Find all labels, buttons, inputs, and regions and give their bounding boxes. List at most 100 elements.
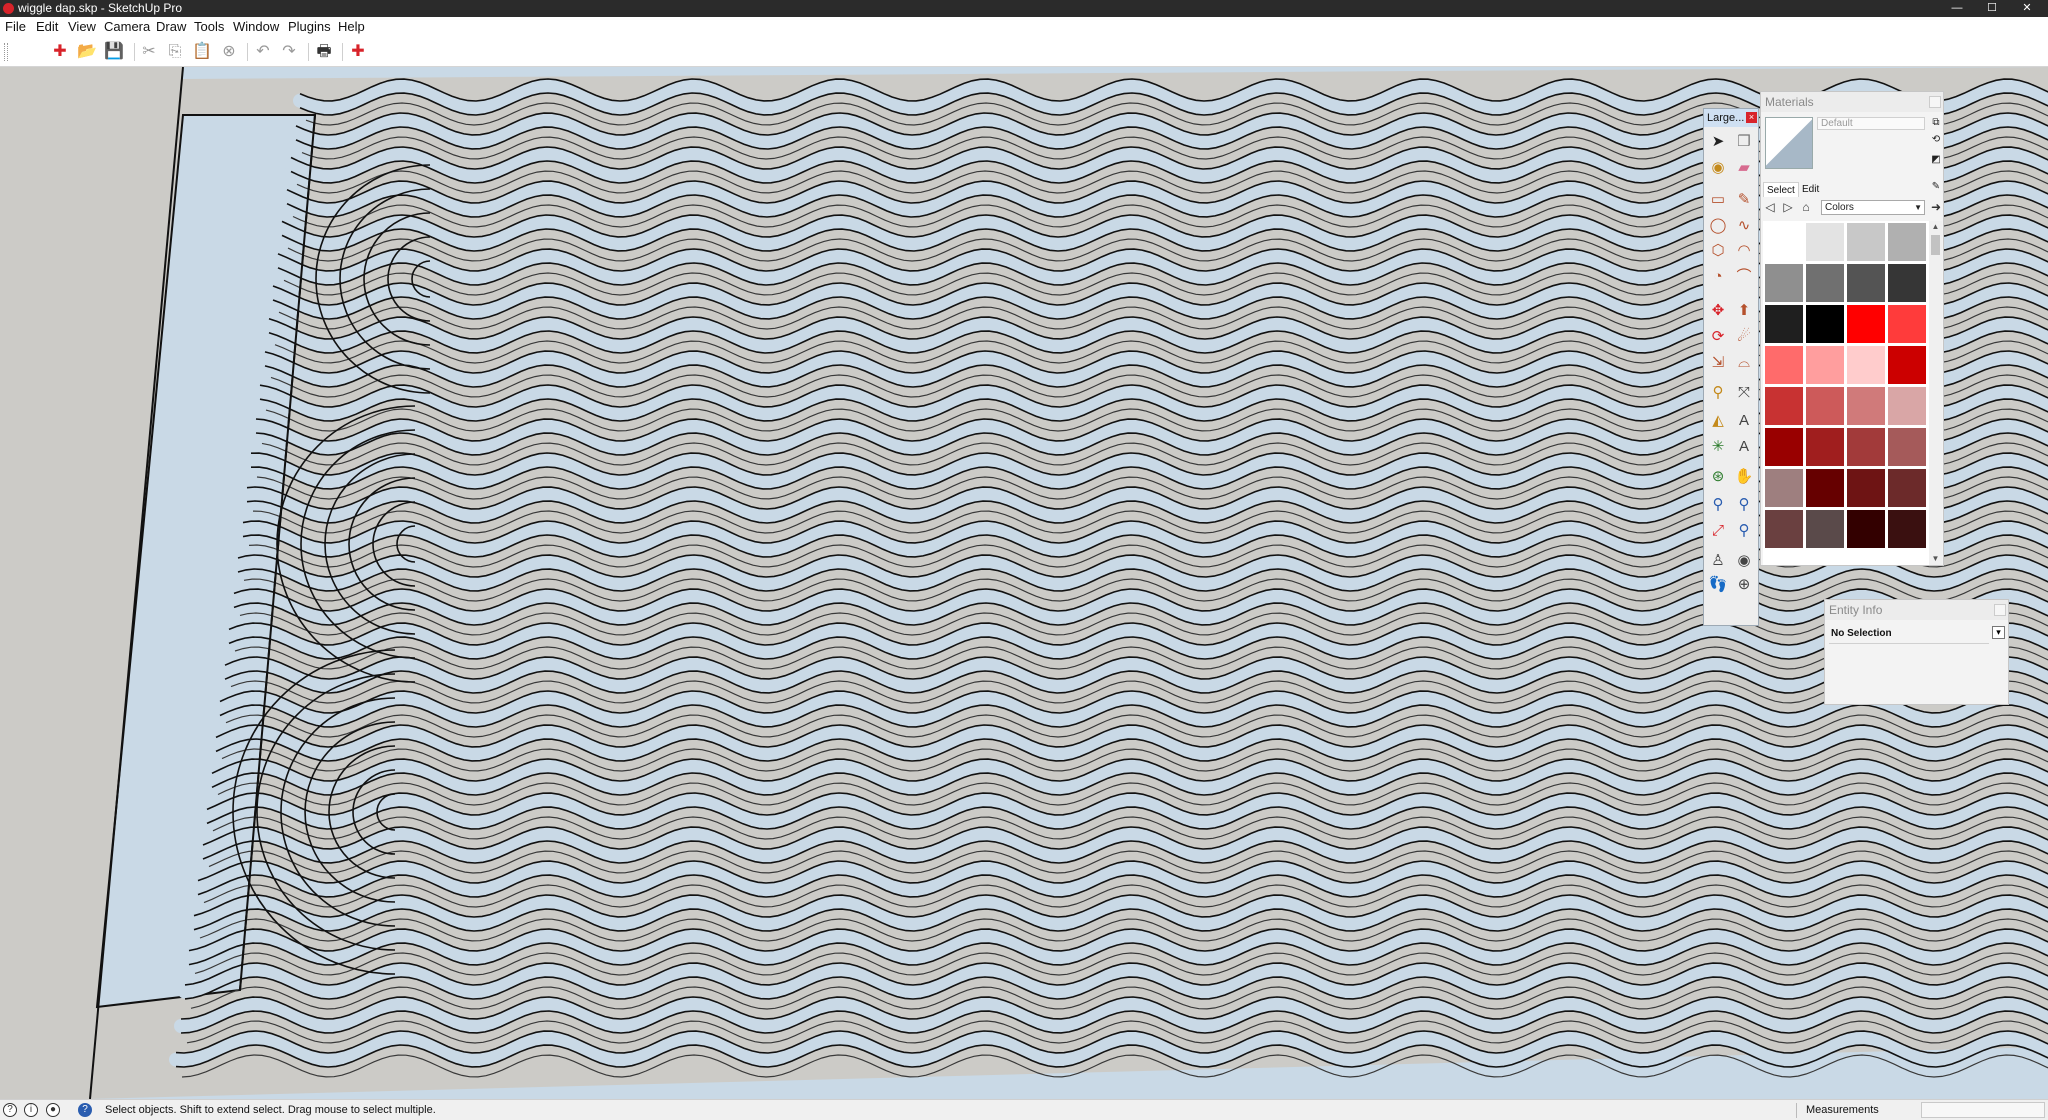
material-name-field[interactable]: Default: [1817, 117, 1925, 130]
offset-tool-icon[interactable]: ⌓: [1733, 352, 1755, 374]
color-swatch[interactable]: [1847, 510, 1885, 548]
section-plane-icon[interactable]: ⊕: [1733, 574, 1755, 596]
color-swatch[interactable]: [1765, 346, 1803, 384]
undo-icon[interactable]: ↶: [252, 41, 274, 63]
cut-icon[interactable]: ✂: [138, 41, 160, 63]
menu-plugins[interactable]: Plugins: [288, 17, 331, 37]
color-swatch[interactable]: [1888, 469, 1926, 507]
expand-icon[interactable]: ▾: [1992, 626, 2005, 639]
axes-tool-icon[interactable]: ✳: [1707, 436, 1729, 458]
swatch-scrollbar[interactable]: ▲ ▼: [1929, 221, 1942, 565]
make-component-icon[interactable]: ❒: [1733, 131, 1755, 153]
two-point-arc-icon[interactable]: ⌒: [1733, 266, 1755, 288]
menu-camera[interactable]: Camera: [104, 17, 150, 37]
model-info-icon[interactable]: ✚: [347, 41, 369, 63]
credits-icon[interactable]: i: [24, 1103, 38, 1117]
geo-location-icon[interactable]: ?: [3, 1103, 17, 1117]
tape-measure-icon[interactable]: ⚲: [1707, 382, 1729, 404]
user-account-icon[interactable]: ●: [46, 1103, 60, 1117]
create-material-icon[interactable]: ⟲: [1930, 134, 1942, 146]
home-icon[interactable]: ⌂: [1799, 200, 1813, 214]
color-swatch[interactable]: [1888, 305, 1926, 343]
redo-icon[interactable]: ↷: [278, 41, 300, 63]
color-swatch[interactable]: [1888, 223, 1926, 261]
scroll-up-icon[interactable]: ▲: [1929, 221, 1942, 233]
color-swatch[interactable]: [1765, 264, 1803, 302]
walk-tool-icon[interactable]: 👣: [1707, 574, 1729, 596]
color-swatch[interactable]: [1806, 387, 1844, 425]
help-icon[interactable]: ?: [78, 1103, 92, 1117]
tab-select[interactable]: Select: [1763, 182, 1799, 197]
large-tool-set-close-button[interactable]: ×: [1746, 112, 1757, 123]
text-tool-icon[interactable]: A: [1733, 410, 1755, 432]
new-model-icon[interactable]: ✚: [49, 41, 71, 63]
entity-info-title[interactable]: Entity Info: [1825, 600, 2008, 620]
entity-info-close-button[interactable]: [1994, 604, 2006, 616]
color-swatch[interactable]: [1806, 428, 1844, 466]
line-tool-icon[interactable]: ✎: [1733, 189, 1755, 211]
menu-window[interactable]: Window: [233, 17, 279, 37]
close-button[interactable]: ✕: [2008, 0, 2046, 17]
open-folder-icon[interactable]: 📂: [76, 41, 98, 63]
follow-me-tool-icon[interactable]: ☄: [1733, 326, 1755, 348]
eraser-icon[interactable]: ▰: [1733, 157, 1755, 179]
3d-text-tool-icon[interactable]: A: [1733, 436, 1755, 458]
previous-view-icon[interactable]: ⚲: [1733, 520, 1755, 542]
details-arrow-icon[interactable]: ➜: [1929, 200, 1943, 214]
erase-icon[interactable]: ⊗: [218, 41, 240, 63]
polygon-tool-icon[interactable]: ⬡: [1707, 240, 1729, 262]
copy-icon[interactable]: ⎘: [164, 41, 186, 63]
color-swatch[interactable]: [1847, 428, 1885, 466]
back-arrow-icon[interactable]: ◁: [1763, 200, 1777, 214]
menu-edit[interactable]: Edit: [36, 17, 58, 37]
color-swatch[interactable]: [1765, 387, 1803, 425]
color-swatch[interactable]: [1806, 305, 1844, 343]
menu-help[interactable]: Help: [338, 17, 365, 37]
maximize-button[interactable]: ☐: [1973, 0, 2011, 17]
color-swatch[interactable]: [1888, 387, 1926, 425]
save-icon[interactable]: 💾: [103, 41, 125, 63]
color-swatch[interactable]: [1806, 264, 1844, 302]
color-swatch[interactable]: [1847, 305, 1885, 343]
zoom-tool-icon[interactable]: ⚲: [1707, 494, 1729, 516]
color-swatch[interactable]: [1806, 510, 1844, 548]
forward-arrow-icon[interactable]: ▷: [1781, 200, 1795, 214]
materials-title[interactable]: Materials: [1761, 92, 1943, 112]
menu-file[interactable]: File: [5, 17, 26, 37]
default-material-icon[interactable]: ◩: [1930, 154, 1942, 166]
pie-tool-icon[interactable]: ◔: [1707, 266, 1729, 288]
zoom-window-icon[interactable]: ⚲: [1733, 494, 1755, 516]
color-swatch[interactable]: [1765, 469, 1803, 507]
minimize-button[interactable]: —: [1938, 0, 1976, 17]
color-swatch[interactable]: [1888, 510, 1926, 548]
select-tool-icon[interactable]: ➤: [1707, 131, 1729, 153]
color-swatch[interactable]: [1847, 387, 1885, 425]
paste-icon[interactable]: 📋: [191, 41, 213, 63]
color-swatch[interactable]: [1847, 346, 1885, 384]
color-swatch[interactable]: [1847, 264, 1885, 302]
measurements-input[interactable]: [1921, 1102, 2045, 1118]
color-swatch[interactable]: [1806, 469, 1844, 507]
sample-paint-icon[interactable]: ✎: [1930, 181, 1942, 193]
pan-tool-icon[interactable]: ✋: [1733, 466, 1755, 488]
color-swatch[interactable]: [1888, 346, 1926, 384]
rectangle-tool-icon[interactable]: ▭: [1707, 189, 1729, 211]
zoom-extents-icon[interactable]: ⤢: [1707, 520, 1729, 542]
color-swatch[interactable]: [1765, 510, 1803, 548]
materials-close-button[interactable]: [1929, 96, 1941, 108]
move-tool-icon[interactable]: ✥: [1707, 300, 1729, 322]
paint-bucket-icon[interactable]: ◉: [1707, 157, 1729, 179]
position-camera-icon[interactable]: ♙: [1707, 550, 1729, 572]
color-swatch[interactable]: [1847, 469, 1885, 507]
scale-tool-icon[interactable]: ⇲: [1707, 352, 1729, 374]
toolbar-grip[interactable]: [4, 43, 8, 61]
menu-view[interactable]: View: [68, 17, 96, 37]
color-swatch[interactable]: [1888, 264, 1926, 302]
push-pull-tool-icon[interactable]: ⬆: [1733, 300, 1755, 322]
library-select[interactable]: Colors ▼: [1821, 200, 1925, 215]
color-swatch[interactable]: [1765, 428, 1803, 466]
print-icon[interactable]: 🖶: [313, 41, 335, 63]
arc-tool-icon[interactable]: ◠: [1733, 240, 1755, 262]
tab-edit[interactable]: Edit: [1799, 182, 1822, 197]
dimension-tool-icon[interactable]: ⤧: [1733, 382, 1755, 404]
